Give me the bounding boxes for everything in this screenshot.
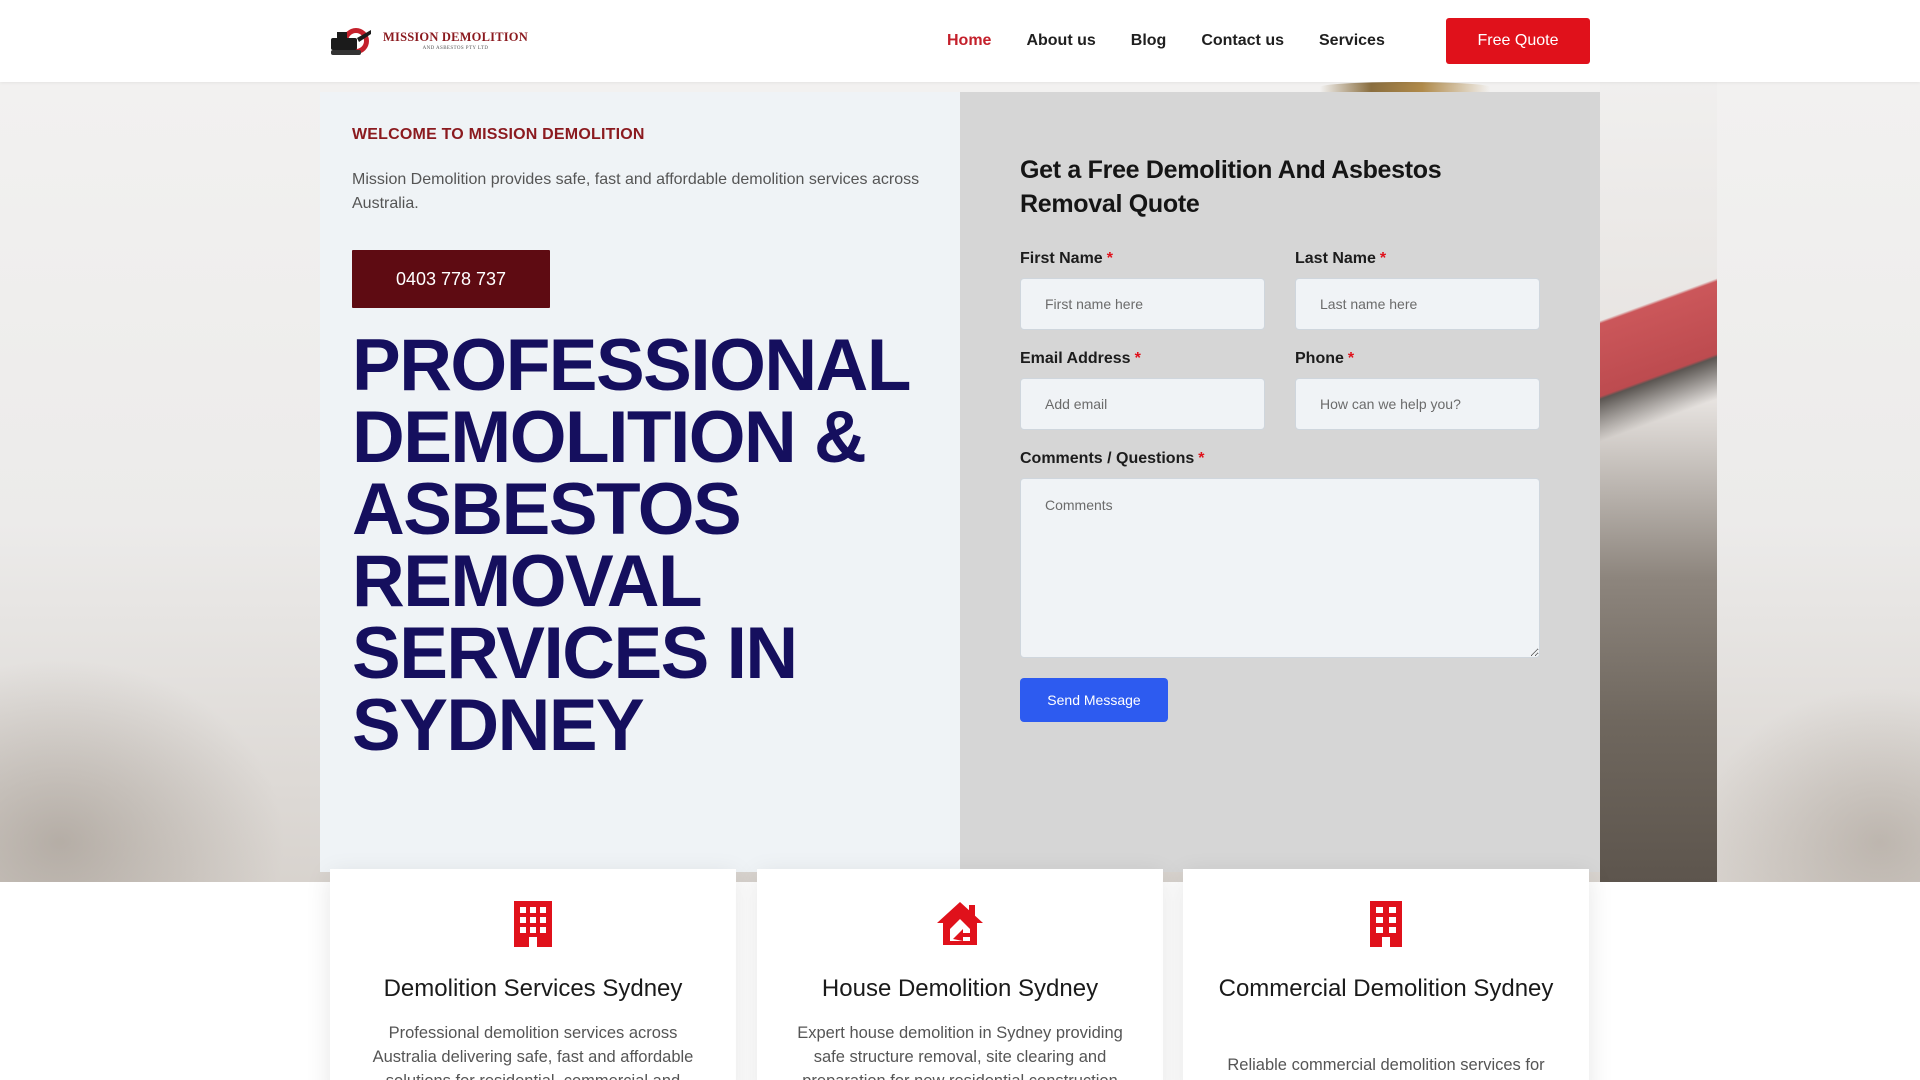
building-icon: [508, 899, 558, 949]
phone-input[interactable]: [1295, 378, 1540, 430]
send-message-button[interactable]: Send Message: [1020, 678, 1168, 722]
email-label: Email Address *: [1020, 350, 1141, 367]
logo-subtitle: AND ASBESTOS PTY LTD: [422, 45, 489, 51]
service-card-title: Demolition Services Sydney: [383, 975, 683, 1002]
logo-name: MISSION DEMOLITION: [383, 30, 528, 45]
nav-blog[interactable]: Blog: [1131, 32, 1167, 50]
site-header: MISSION DEMOLITION AND ASBESTOS PTY LTD …: [0, 0, 1920, 82]
service-card-description: Expert house demolition in Sydney provid…: [797, 1024, 1123, 1080]
service-card[interactable]: Demolition Services Sydney Professional …: [330, 869, 736, 1080]
logo-excavator-icon: [329, 24, 373, 58]
required-mark: *: [1198, 450, 1205, 467]
hero-title-line: SYDNEY: [352, 685, 645, 766]
phone-call-button[interactable]: 0403 778 737: [352, 250, 550, 308]
hero-title-line: SERVICES IN: [352, 613, 798, 694]
nav-about-us[interactable]: About us: [1026, 32, 1095, 50]
main-nav: Home About us Blog Contact us Services: [947, 0, 1420, 82]
excavator-bucket-image: [1320, 82, 1490, 92]
last-name-label: Last Name *: [1295, 250, 1387, 267]
nav-home[interactable]: Home: [947, 32, 991, 50]
last-name-input[interactable]: [1295, 278, 1540, 330]
first-name-input[interactable]: [1020, 278, 1265, 330]
phone-label: Phone *: [1295, 350, 1355, 367]
service-card[interactable]: Commercial Demolition Sydney Reliable co…: [1183, 869, 1589, 1080]
excavator-arm-image: [1600, 230, 1717, 490]
required-mark: *: [1134, 350, 1141, 367]
hero-title-line: PROFESSIONAL: [352, 325, 911, 406]
service-card[interactable]: House Demolition Sydney Expert house dem…: [757, 869, 1163, 1080]
service-card-description: Professional demolition services across …: [372, 1024, 694, 1080]
hero-title-line: ASBESTOS: [352, 469, 742, 550]
first-name-label: First Name *: [1020, 250, 1113, 267]
house-icon: [935, 899, 985, 949]
service-card-title: House Demolition Sydney: [821, 975, 1099, 1002]
nav-contact-us[interactable]: Contact us: [1201, 32, 1284, 50]
office-building-icon: [1361, 899, 1411, 949]
free-quote-button[interactable]: Free Quote: [1446, 18, 1590, 64]
hero-intro-text: Mission Demolition provides safe, fast a…: [352, 171, 920, 212]
welcome-heading: WELCOME TO MISSION DEMOLITION: [352, 126, 645, 143]
hero-title: PROFESSIONAL DEMOLITION & ASBESTOS REMOV…: [352, 329, 952, 762]
hero-title-line: REMOVAL: [352, 541, 703, 622]
required-mark: *: [1379, 250, 1387, 267]
email-input[interactable]: [1020, 378, 1265, 430]
service-card-title: Commercial Demolition Sydney: [1218, 975, 1554, 1002]
comments-label: Comments / Questions *: [1020, 450, 1205, 467]
form-title: Get a Free Demolition And Asbestos Remov…: [1020, 156, 1442, 218]
required-mark: *: [1347, 350, 1355, 367]
nav-services[interactable]: Services: [1319, 32, 1385, 50]
service-card-description: Reliable commercial demolition services …: [1227, 1056, 1545, 1074]
required-mark: *: [1106, 250, 1113, 267]
site-logo[interactable]: MISSION DEMOLITION AND ASBESTOS PTY LTD: [329, 24, 528, 58]
comments-textarea[interactable]: [1020, 478, 1540, 658]
hero-title-line: DEMOLITION &: [352, 397, 867, 478]
